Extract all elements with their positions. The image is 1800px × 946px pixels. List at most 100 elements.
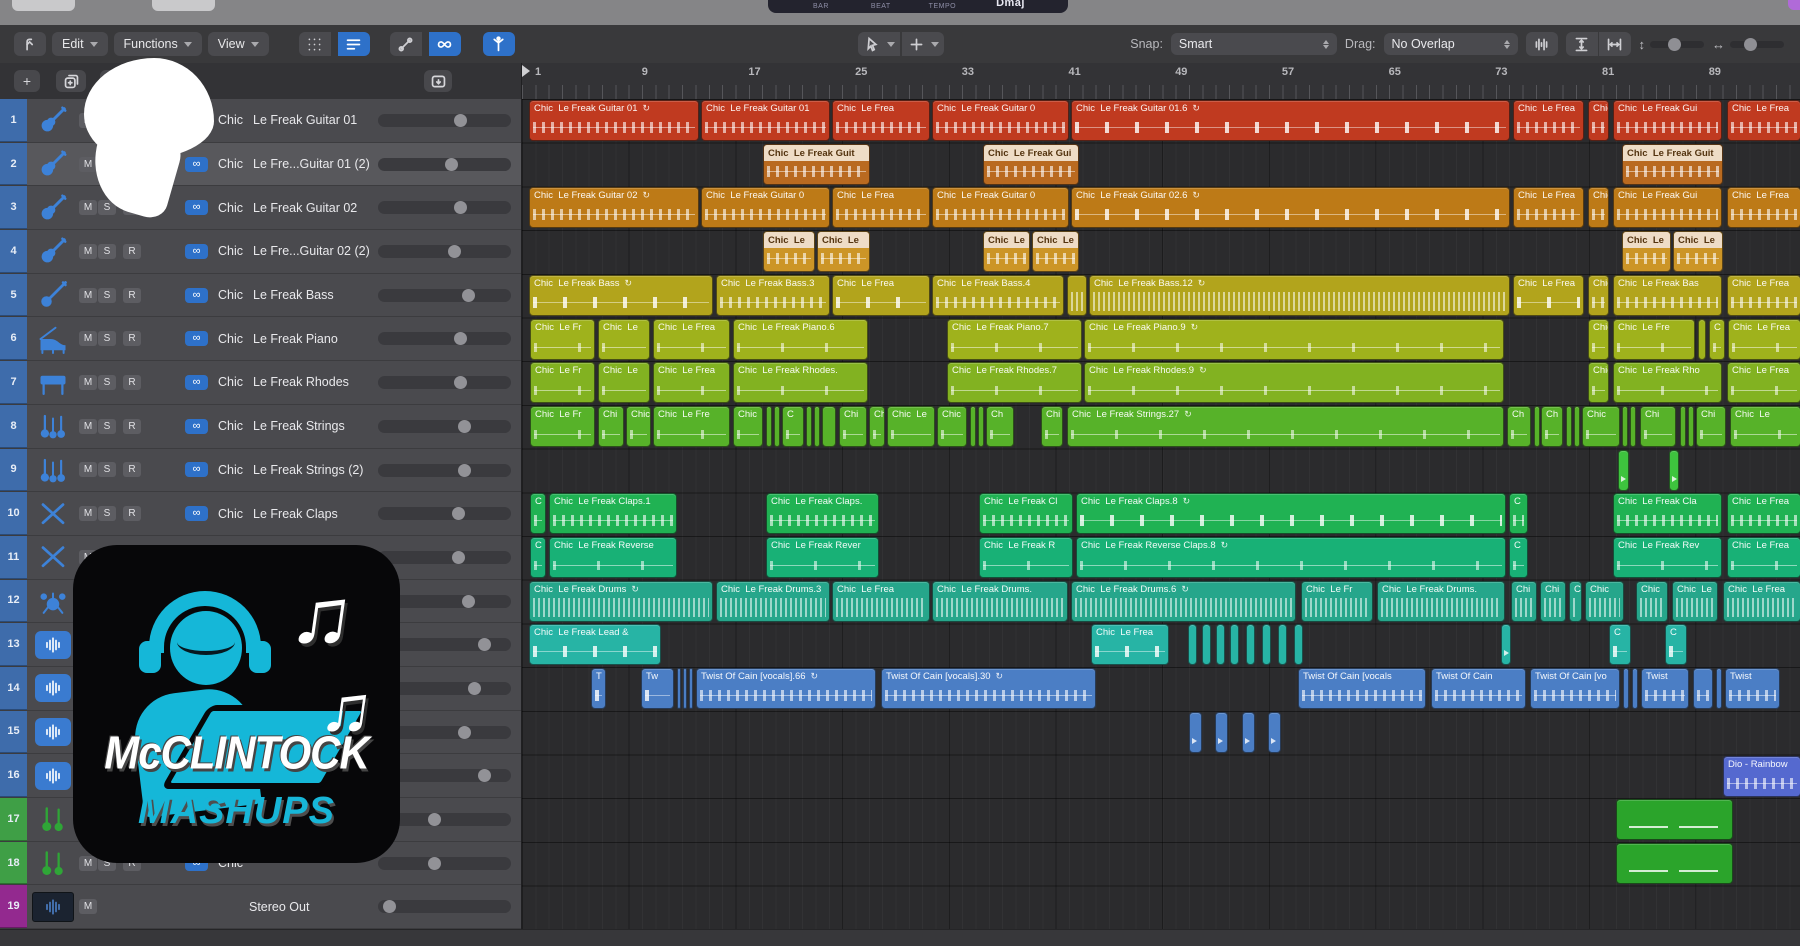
solo-button[interactable]: S — [98, 375, 116, 390]
region-track14[interactable] — [1693, 668, 1713, 709]
solo-button[interactable]: S — [98, 419, 116, 434]
playhead-marker[interactable] — [522, 65, 530, 77]
region-track14[interactable]: T — [591, 668, 606, 709]
region-track11[interactable]: C — [1509, 537, 1528, 578]
pointer-tool-button[interactable] — [858, 32, 900, 56]
region-track7[interactable]: Chic Le Frea — [1727, 362, 1800, 403]
volume-slider[interactable] — [378, 201, 511, 214]
horizontal-auto-zoom-button[interactable] — [1599, 32, 1631, 56]
region-track1[interactable]: Chic Le Freak Guitar 01 — [701, 100, 830, 141]
region-track13[interactable] — [1294, 624, 1303, 665]
track-row-1[interactable]: 1MSR∞ChicLe Freak Guitar 01 — [0, 99, 521, 143]
region-track12[interactable]: Chic Le Frea — [1723, 581, 1800, 622]
region-track12[interactable]: Chi — [1540, 581, 1566, 622]
volume-slider-knob[interactable] — [454, 376, 467, 389]
region-track12[interactable]: Chic Le Freak Drums.3 — [716, 581, 830, 622]
region-track3[interactable]: Chic Le Freak Guitar 0 — [932, 187, 1069, 228]
region-track8[interactable] — [1688, 406, 1694, 447]
region-track8[interactable] — [1622, 406, 1628, 447]
snap-select[interactable]: Smart — [1171, 33, 1337, 55]
region-track5[interactable]: Chic Le Freak Bass↻ — [529, 275, 713, 316]
volume-slider-knob[interactable] — [462, 595, 475, 608]
region-track14[interactable] — [683, 668, 687, 709]
region-track8[interactable] — [1534, 406, 1540, 447]
region-track13[interactable] — [1246, 624, 1255, 665]
region-track6[interactable]: Chic Le Fre — [1613, 319, 1695, 360]
region-lanes[interactable]: Chic Le Freak Guitar 01↻Chic Le Freak Gu… — [522, 99, 1800, 929]
region-track4[interactable]: Chic Le — [817, 231, 870, 272]
vertical-auto-zoom-button[interactable] — [1566, 32, 1598, 56]
region-track8[interactable]: Chi — [1640, 406, 1676, 447]
region-track11[interactable]: Chic Le Freak Reverse — [549, 537, 677, 578]
region-track13[interactable]: C — [1665, 624, 1687, 665]
region-track5[interactable]: Chic Le Freak Bass.4 — [932, 275, 1064, 316]
glue-tool-button[interactable] — [390, 32, 422, 56]
region-track12[interactable]: Chi — [1511, 581, 1537, 622]
record-button[interactable]: R — [123, 288, 141, 303]
region-track4[interactable]: Chic Le — [983, 231, 1030, 272]
region-track6[interactable]: Chic — [1588, 319, 1609, 360]
volume-slider[interactable] — [378, 332, 511, 345]
region-track13[interactable]: Chic Le Freak Lead & — [529, 624, 661, 665]
region-track8[interactable] — [822, 406, 836, 447]
region-track1[interactable]: Chic Le Freak Guitar 01↻ — [529, 100, 699, 141]
catch-playhead-button[interactable] — [14, 32, 46, 56]
mute-button[interactable]: M — [79, 200, 97, 215]
region-track13[interactable]: C — [1609, 624, 1631, 665]
vertical-zoom-knob[interactable] — [1668, 38, 1681, 51]
record-button[interactable]: R — [123, 375, 141, 390]
region-track15[interactable] — [1189, 712, 1202, 753]
volume-slider-knob[interactable] — [462, 289, 475, 302]
region-track10[interactable]: Chic Le Frea — [1727, 493, 1800, 534]
mute-button[interactable]: M — [79, 899, 97, 914]
region-track1[interactable]: Chic Le Freak Guitar 01.6↻ — [1071, 100, 1510, 141]
solo-button[interactable]: S — [98, 462, 116, 477]
volume-slider-knob[interactable] — [445, 158, 458, 171]
volume-slider[interactable] — [378, 551, 511, 564]
region-track5[interactable] — [1067, 275, 1087, 316]
volume-slider-knob[interactable] — [452, 551, 465, 564]
region-track8[interactable]: Chic — [1582, 406, 1620, 447]
track-list-view-button[interactable] — [338, 32, 370, 56]
record-button[interactable]: R — [123, 462, 141, 477]
region-track1[interactable]: Chic — [1588, 100, 1609, 141]
volume-slider[interactable] — [378, 158, 511, 171]
track-row-19[interactable]: 19MStereo Out — [0, 885, 521, 929]
region-track8[interactable]: Chic — [733, 406, 763, 447]
region-track16[interactable]: Dio - Rainbow — [1723, 756, 1800, 797]
region-track14[interactable]: Twist Of Cain [vocals].30↻ — [881, 668, 1096, 709]
region-track12[interactable]: Chic Le Frea — [832, 581, 930, 622]
region-track10[interactable]: Chic Le Freak Claps.8↻ — [1076, 493, 1506, 534]
track-row-5[interactable]: 5MSR∞ChicLe Freak Bass — [0, 274, 521, 318]
region-track14[interactable] — [1623, 668, 1629, 709]
region-track6[interactable]: C — [1709, 319, 1725, 360]
region-track13[interactable] — [1501, 624, 1511, 665]
region-track13[interactable]: Chic Le Frea — [1091, 624, 1169, 665]
region-track8[interactable]: Chi — [839, 406, 867, 447]
region-track14[interactable] — [677, 668, 681, 709]
region-track6[interactable]: Chic Le Freak Piano.9↻ — [1084, 319, 1504, 360]
region-track5[interactable]: Chic Le Freak Bass.12↻ — [1089, 275, 1510, 316]
region-track7[interactable]: Chic Le Freak Rhodes.7 — [947, 362, 1082, 403]
region-track7[interactable]: Chic Le Frea — [653, 362, 730, 403]
region-track10[interactable]: Chic Le Freak Cla — [1613, 493, 1722, 534]
region-track12[interactable]: Chic — [1636, 581, 1668, 622]
region-track7[interactable]: Chic Le — [598, 362, 650, 403]
region-track6[interactable] — [1698, 319, 1706, 360]
secondary-tool-button[interactable] — [902, 32, 944, 56]
region-track10[interactable]: Chic Le Freak Cl — [979, 493, 1073, 534]
volume-slider[interactable] — [378, 245, 511, 258]
region-track6[interactable]: Chic Le Frea — [653, 319, 730, 360]
region-track10[interactable]: C — [1509, 493, 1528, 534]
track-row-7[interactable]: 7MSR∞ChicLe Freak Rhodes — [0, 361, 521, 405]
mute-button[interactable]: M — [79, 462, 97, 477]
volume-slider[interactable] — [378, 900, 511, 913]
region-track12[interactable]: C — [1569, 581, 1582, 622]
region-track2[interactable]: Chic Le Freak Guit — [1622, 144, 1723, 185]
region-track11[interactable]: C — [530, 537, 546, 578]
region-track8[interactable]: Chic Le Freak Strings.27↻ — [1067, 406, 1504, 447]
region-track1[interactable]: Chic Le Frea — [1727, 100, 1800, 141]
region-track8[interactable] — [1574, 406, 1580, 447]
solo-button[interactable]: S — [98, 506, 116, 521]
track-row-3[interactable]: 3MSR∞ChicLe Freak Guitar 02 — [0, 186, 521, 230]
